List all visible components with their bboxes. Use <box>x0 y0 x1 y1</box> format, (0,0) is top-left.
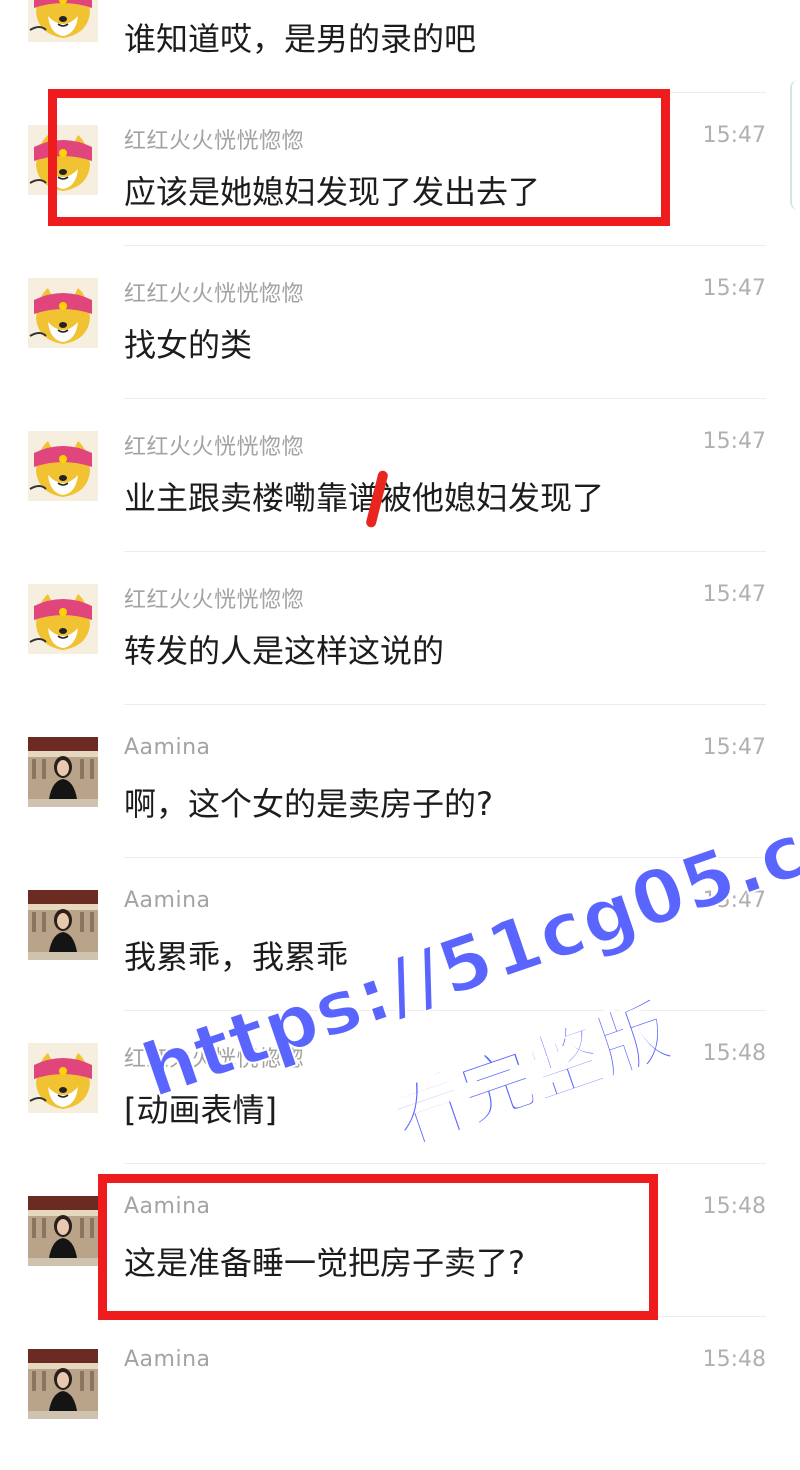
shiba-avatar[interactable] <box>28 431 98 501</box>
message-text: 这是准备睡一觉把房子卖了? <box>124 1244 525 1282</box>
woman-avatar[interactable] <box>28 737 98 807</box>
shiba-avatar[interactable] <box>28 125 98 195</box>
message-text: [动画表情] <box>124 1091 277 1129</box>
sender-name: Aamina <box>124 888 211 913</box>
sender-name: 红红火火恍恍惚惚 <box>124 1047 305 1072</box>
chat-message-row[interactable]: Aamina 15:47 我累乖，我累乖 <box>0 858 800 1011</box>
message-time: 15:47 <box>702 888 766 913</box>
message-time: 15:47 <box>702 276 766 301</box>
message-time: 15:47 <box>702 582 766 607</box>
message-time: 15:48 <box>702 1194 766 1219</box>
chat-message-row[interactable]: 红红火火恍恍惚惚 15:48 [动画表情] <box>0 1011 800 1164</box>
sender-name: Aamina <box>124 1194 211 1219</box>
message-text: 谁知道哎，是男的录的吧 <box>124 20 477 58</box>
chat-message-row[interactable]: Aamina 15:48 这是准备睡一觉把房子卖了? <box>0 1164 800 1317</box>
sender-name: Aamina <box>124 1347 211 1372</box>
sender-name: 红红火火恍恍惚惚 <box>124 282 305 307</box>
shiba-avatar[interactable] <box>28 0 98 42</box>
chat-message-row[interactable]: 红红火火恍恍惚惚 15:47 应该是她媳妇发现了发出去了 <box>0 93 800 246</box>
chat-message-row[interactable]: Aamina 15:47 啊，这个女的是卖房子的? <box>0 705 800 858</box>
sender-name: 红红火火恍恍惚惚 <box>124 435 305 460</box>
message-text: 啊，这个女的是卖房子的? <box>124 785 493 823</box>
sender-name: 红红火火恍恍惚惚 <box>124 588 305 613</box>
shiba-avatar[interactable] <box>28 278 98 348</box>
message-time: 15:48 <box>702 1347 766 1372</box>
message-time: 15:47 <box>702 429 766 454</box>
chat-message-row[interactable]: 红红火火恍恍惚惚 15:47 找女的类 <box>0 246 800 399</box>
sender-name: 红红火火恍恍惚惚 <box>124 129 305 154</box>
message-time: 15:48 <box>702 1041 766 1066</box>
shiba-avatar[interactable] <box>28 1043 98 1113</box>
shiba-avatar[interactable] <box>28 584 98 654</box>
edge-handle[interactable] <box>790 80 800 210</box>
woman-avatar[interactable] <box>28 1196 98 1266</box>
message-text: 业主跟卖楼嘞靠谱被他媳妇发现了 <box>124 479 605 517</box>
message-time: 15:47 <box>702 123 766 148</box>
message-text: 我累乖，我累乖 <box>124 938 349 976</box>
chat-message-row[interactable]: 红红火火恍恍惚惚 15:47 转发的人是这样这说的 <box>0 552 800 705</box>
woman-avatar[interactable] <box>28 1349 98 1419</box>
message-text: 转发的人是这样这说的 <box>124 632 445 670</box>
message-time: 15:47 <box>702 735 766 760</box>
message-text: 找女的类 <box>124 326 253 364</box>
woman-avatar[interactable] <box>28 890 98 960</box>
chat-message-row[interactable]: 红红火火恍恍惚惚 15:47 业主跟卖楼嘞靠谱被他媳妇发现了 <box>0 399 800 552</box>
sender-name: Aamina <box>124 735 211 760</box>
chat-message-list[interactable]: 谁知道哎，是男的录的吧 红红火火恍恍惚惚 15:47 应该是她媳妇发现了发出去了… <box>0 0 800 1419</box>
message-text: 应该是她媳妇发现了发出去了 <box>124 173 541 211</box>
chat-message-row[interactable]: 谁知道哎，是男的录的吧 <box>0 0 800 93</box>
chat-message-row[interactable]: Aamina 15:48 <box>0 1317 800 1470</box>
